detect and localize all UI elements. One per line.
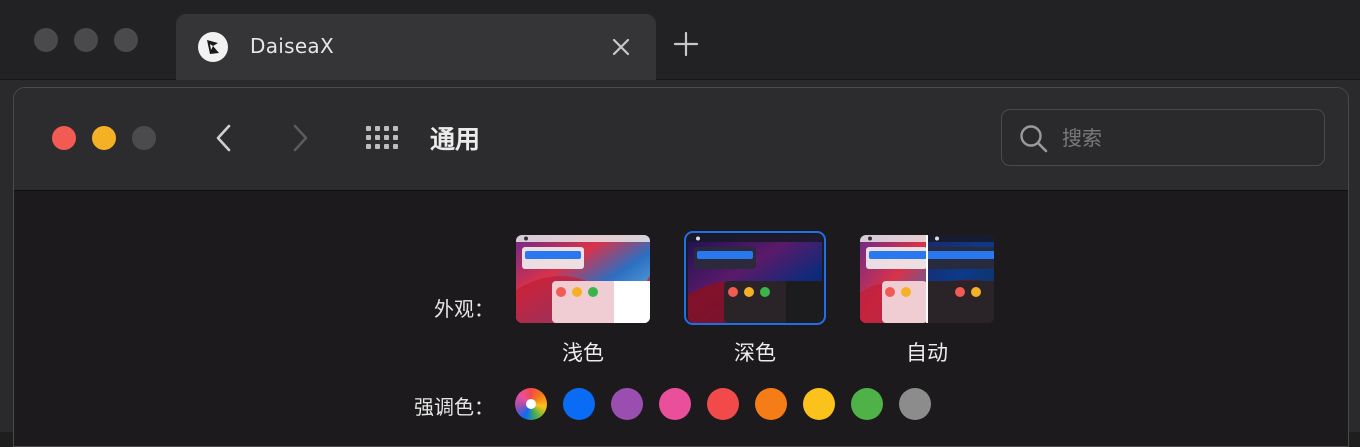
search-input[interactable] [1062, 122, 1312, 154]
accent-color-label: 强调色： [414, 395, 494, 419]
accent-orange-swatch[interactable] [755, 388, 787, 420]
window-minimize-button[interactable] [92, 126, 116, 150]
accent-yellow-swatch[interactable] [803, 388, 835, 420]
browser-tab[interactable]: DaiseaX [176, 14, 656, 80]
app-logo-icon [198, 32, 228, 62]
appearance-light-option[interactable] [516, 235, 650, 323]
chevron-left-icon[interactable] [212, 122, 236, 154]
appearance-auto-label: 自动 [906, 341, 948, 365]
pane-title: 通用 [430, 125, 481, 154]
search-field[interactable] [1001, 109, 1325, 166]
window-zoom-button[interactable] [132, 126, 156, 150]
accent-purple-swatch[interactable] [611, 388, 643, 420]
browser-minimize-dot[interactable] [74, 28, 98, 52]
preferences-window: 通用 外观： 浅色 [13, 87, 1349, 447]
accent-green-swatch[interactable] [851, 388, 883, 420]
appearance-light-label: 浅色 [562, 341, 604, 365]
browser-zoom-dot[interactable] [114, 28, 138, 52]
appearance-auto-option[interactable] [860, 235, 994, 323]
appearance-dark-label: 深色 [734, 341, 776, 365]
new-tab-icon[interactable] [672, 30, 700, 58]
accent-graphite-swatch[interactable] [899, 388, 931, 420]
browser-close-dot[interactable] [34, 28, 58, 52]
search-icon [1018, 123, 1050, 155]
appearance-label: 外观： [434, 297, 494, 321]
browser-tab-bar: DaiseaX [0, 0, 1360, 80]
accent-red-swatch[interactable] [707, 388, 739, 420]
accent-multicolor-swatch[interactable] [515, 388, 547, 420]
accent-pink-swatch[interactable] [659, 388, 691, 420]
tab-title: DaiseaX [250, 34, 334, 58]
appearance-dark-option[interactable] [688, 235, 822, 323]
close-tab-icon[interactable] [608, 34, 634, 60]
chevron-right-icon[interactable] [288, 122, 312, 154]
window-close-button[interactable] [52, 126, 76, 150]
accent-blue-swatch[interactable] [563, 388, 595, 420]
window-toolbar: 通用 [14, 88, 1348, 191]
grid-icon[interactable] [364, 124, 400, 152]
